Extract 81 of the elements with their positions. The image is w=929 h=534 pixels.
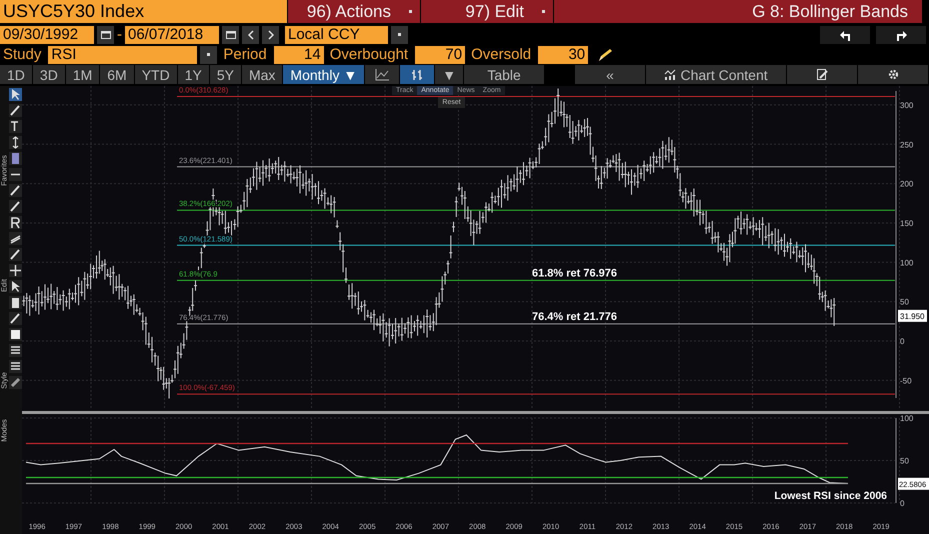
pointer-icon[interactable] — [8, 280, 22, 293]
previous-button[interactable] — [242, 26, 259, 44]
edit-button[interactable] — [787, 65, 858, 84]
parameter-field[interactable]: 70 — [415, 46, 466, 64]
pointer-icon[interactable] — [8, 88, 22, 101]
chart-title: G 8: Bollinger Bands — [554, 0, 922, 23]
chevron-right-icon — [268, 30, 274, 40]
chevron-left-icon — [248, 30, 254, 40]
axis-tick-label: 150 — [900, 218, 914, 228]
axis-tick-label: 100 — [900, 258, 914, 268]
undo-button[interactable] — [820, 26, 870, 44]
period-tab[interactable]: Max — [242, 65, 282, 84]
period-tab[interactable]: 5Y — [210, 65, 241, 84]
redo-icon — [896, 28, 906, 40]
line-chart-button[interactable] — [365, 65, 400, 84]
collapse-button[interactable]: « — [575, 65, 646, 84]
date-separator: - — [117, 26, 122, 43]
line-chart-icon — [375, 68, 390, 80]
dropdown-button[interactable]: ▼ — [435, 65, 464, 84]
start-date-field[interactable]: 09/30/1992 — [0, 26, 94, 44]
dropdown-icon — [207, 53, 210, 56]
axis-tick-label: 0 — [900, 499, 904, 508]
axis-tick-label: 50 — [900, 298, 909, 307]
axis-tick-label: 100 — [900, 415, 914, 423]
security-field[interactable]: USYC5Y30 Index — [0, 0, 287, 23]
edit-icon — [816, 69, 828, 80]
period-tab[interactable]: 1D — [0, 65, 32, 84]
dropdown-icon — [409, 10, 412, 13]
dropdown-button[interactable] — [391, 26, 408, 44]
undo-icon — [840, 28, 850, 40]
move-icon[interactable] — [8, 264, 22, 277]
calendar-button[interactable] — [97, 26, 114, 44]
period-tab[interactable]: YTD — [134, 65, 177, 84]
dropdown-icon — [542, 10, 545, 13]
dropdown-button[interactable] — [200, 46, 218, 64]
parameter-field[interactable]: 30 — [538, 46, 588, 64]
text-icon[interactable] — [8, 120, 22, 133]
axis-tick-label: 300 — [900, 100, 914, 110]
period-tab[interactable]: 1Y — [178, 65, 209, 84]
dropdown-icon — [398, 33, 401, 36]
calendar-icon — [100, 30, 110, 39]
ohlc-bars-icon — [411, 68, 424, 80]
parameter-field[interactable]: 14 — [274, 46, 324, 64]
chart-icon — [664, 69, 676, 80]
axis-tick-label: 50 — [900, 456, 909, 466]
study-label: Study — [3, 46, 42, 63]
parameter-label: Oversold — [471, 46, 532, 63]
parameter-label: Overbought — [330, 46, 408, 63]
menu-button[interactable]: 96) Actions — [288, 0, 420, 23]
currency-field[interactable]: Local CCY — [285, 26, 388, 44]
settings-icon — [888, 69, 899, 80]
menu-button[interactable]: 97) Edit — [421, 0, 553, 23]
redo-button[interactable] — [876, 26, 926, 44]
trash-icon[interactable] — [8, 296, 22, 309]
rsi-note: Lowest RSI since 2006 — [774, 490, 887, 502]
study-field[interactable]: RSI — [48, 46, 198, 64]
period-tab[interactable]: 1M — [66, 65, 100, 84]
resize-icon[interactable] — [8, 136, 22, 149]
calendar-icon — [226, 30, 236, 39]
parameter-label: Period — [223, 46, 267, 63]
retracement-text: 76.4% ret 21.776 — [532, 310, 618, 323]
lines-icon[interactable] — [8, 344, 22, 357]
lines-icon[interactable] — [8, 360, 22, 373]
r-icon[interactable] — [8, 216, 22, 229]
chart-content-button[interactable]: Chart Content — [646, 65, 786, 84]
period-tab[interactable]: 6M — [100, 65, 134, 84]
calendar-button[interactable] — [222, 26, 239, 44]
next-button[interactable] — [262, 26, 279, 44]
axis-tick-label: -50 — [900, 376, 912, 386]
bar-style-button[interactable] — [400, 65, 434, 84]
period-tab[interactable]: Monthly ▼ — [283, 65, 364, 84]
table-button[interactable]: Table — [464, 65, 544, 84]
end-date-field[interactable]: 06/07/2018 — [125, 26, 219, 44]
last-price-tag: 31.950 — [898, 310, 927, 322]
axis-tick-label: 200 — [900, 180, 914, 189]
retracement-text: 61.8% ret 76.976 — [532, 267, 618, 280]
square-icon[interactable] — [8, 328, 22, 341]
settings-button[interactable] — [858, 65, 928, 84]
axis-tick-label: 0 — [900, 337, 904, 346]
period-tab[interactable]: 3D — [32, 65, 65, 84]
axis-tick-label: 250 — [900, 140, 914, 150]
